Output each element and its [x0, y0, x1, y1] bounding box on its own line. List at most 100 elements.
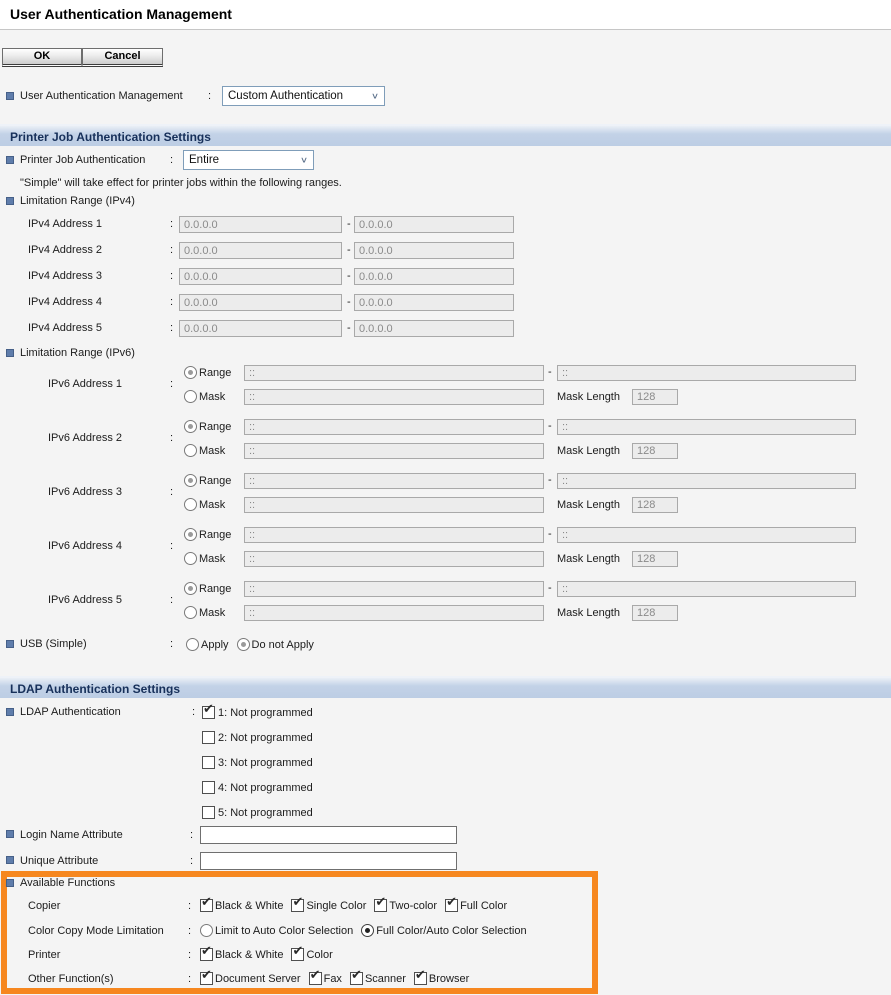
ipv6-range-to-input[interactable] — [557, 527, 856, 543]
ipv6-mask-input[interactable] — [244, 497, 544, 513]
ldap-server-checkbox[interactable] — [202, 756, 215, 769]
dash: - — [347, 270, 351, 282]
ipv6-mask-input[interactable] — [244, 389, 544, 405]
colon: : — [170, 322, 173, 334]
ipv6-range-from-input[interactable] — [244, 473, 544, 489]
range-radio[interactable] — [184, 582, 197, 595]
ok-button[interactable]: OK — [2, 48, 82, 67]
mask-radio[interactable] — [184, 498, 197, 511]
usb-simple-label: USB (Simple) — [20, 638, 87, 650]
ldap-section-title: LDAP Authentication Settings — [10, 682, 180, 696]
ipv4-to-input[interactable] — [354, 268, 514, 285]
ipv6-range-from-input[interactable] — [244, 419, 544, 435]
copier-full-color-checkbox[interactable]: ✔ — [445, 899, 458, 912]
printer-color-checkbox[interactable]: ✔ — [291, 948, 304, 961]
login-name-attribute-input[interactable] — [200, 826, 457, 844]
ipv4-from-input[interactable] — [179, 294, 342, 311]
colon: : — [170, 540, 173, 552]
ldap-server-checkbox[interactable] — [202, 731, 215, 744]
ipv4-to-input[interactable] — [354, 216, 514, 233]
user-auth-select[interactable]: Custom Authentication ∨ — [222, 86, 385, 106]
ldap-server-checkbox[interactable] — [202, 806, 215, 819]
cancel-button[interactable]: Cancel — [82, 48, 163, 67]
range-radio[interactable] — [184, 474, 197, 487]
ipv4-row-label: IPv4 Address 4 — [28, 296, 102, 308]
mask-length-input[interactable] — [632, 551, 678, 567]
ipv6-range-from-input[interactable] — [244, 581, 544, 597]
range-radio[interactable] — [184, 528, 197, 541]
ldap-server-checkbox[interactable]: ✔ — [202, 706, 215, 719]
bullet-icon — [6, 856, 14, 864]
printer-bw-checkbox[interactable]: ✔ — [200, 948, 213, 961]
usb-simple-row: USB (Simple) : Apply Do not Apply — [0, 636, 891, 653]
ipv6-range-from-input[interactable] — [244, 527, 544, 543]
copier-two-color-checkbox[interactable]: ✔ — [374, 899, 387, 912]
ipv4-row: IPv4 Address 4 : - — [0, 294, 891, 311]
mask-length-input[interactable] — [632, 605, 678, 621]
other-document-server-label: Document Server — [215, 973, 301, 985]
ipv4-from-input[interactable] — [179, 320, 342, 337]
login-name-attribute-label: Login Name Attribute — [20, 829, 123, 841]
copier-single-color-checkbox[interactable]: ✔ — [291, 899, 304, 912]
ipv4-to-input[interactable] — [354, 294, 514, 311]
ipv6-row: IPv6 Address 1 : Range - Mask Mask Lengt… — [0, 365, 891, 407]
bullet-icon — [6, 156, 14, 164]
available-functions-title: Available Functions — [20, 877, 115, 889]
ipv6-title: Limitation Range (IPv6) — [20, 347, 135, 359]
colon: : — [170, 218, 173, 230]
bullet-icon — [6, 197, 14, 205]
mask-radio[interactable] — [184, 390, 197, 403]
ipv6-row: IPv6 Address 4 : Range - Mask Mask Lengt… — [0, 527, 891, 569]
usb-apply-radio[interactable] — [186, 638, 199, 651]
ipv4-from-input[interactable] — [179, 242, 342, 259]
other-scanner-checkbox[interactable]: ✔ — [350, 972, 363, 985]
ipv6-range-to-input[interactable] — [557, 473, 856, 489]
other-browser-checkbox[interactable]: ✔ — [414, 972, 427, 985]
colon: : — [192, 706, 195, 718]
mask-radio[interactable] — [184, 552, 197, 565]
printer-job-section-title: Printer Job Authentication Settings — [10, 130, 211, 144]
unique-attribute-input[interactable] — [200, 852, 457, 870]
ipv6-row-label: IPv6 Address 2 — [48, 432, 122, 444]
printer-bw-label: Black & White — [215, 949, 283, 961]
ipv6-row: IPv6 Address 2 : Range - Mask Mask Lengt… — [0, 419, 891, 461]
mask-length-input[interactable] — [632, 443, 678, 459]
checkmark-icon: ✔ — [201, 895, 212, 908]
ipv6-mask-input[interactable] — [244, 551, 544, 567]
ldap-server-checkbox[interactable] — [202, 781, 215, 794]
mask-radio[interactable] — [184, 606, 197, 619]
ipv6-range-to-input[interactable] — [557, 365, 856, 381]
dash: - — [347, 322, 351, 334]
ipv4-from-input[interactable] — [179, 216, 342, 233]
colon: : — [208, 90, 211, 102]
mask-length-input[interactable] — [632, 497, 678, 513]
copier-bw-checkbox[interactable]: ✔ — [200, 899, 213, 912]
page-title: User Authentication Management — [10, 6, 232, 22]
ipv6-range-from-input[interactable] — [244, 365, 544, 381]
ipv4-row: IPv4 Address 1 : - — [0, 216, 891, 233]
ipv4-to-input[interactable] — [354, 320, 514, 337]
ipv6-mask-input[interactable] — [244, 443, 544, 459]
limit-auto-color-radio[interactable] — [200, 924, 213, 937]
full-color-auto-radio[interactable] — [361, 924, 374, 937]
ipv6-range-to-input[interactable] — [557, 419, 856, 435]
bullet-icon — [6, 349, 14, 357]
other-fax-checkbox[interactable]: ✔ — [309, 972, 322, 985]
range-radio[interactable] — [184, 420, 197, 433]
mask-radio-label: Mask — [199, 499, 225, 511]
usb-do-not-apply-radio[interactable] — [237, 638, 250, 651]
checkmark-icon: ✔ — [201, 968, 212, 981]
ipv4-from-input[interactable] — [179, 268, 342, 285]
ipv6-mask-input[interactable] — [244, 605, 544, 621]
other-document-server-checkbox[interactable]: ✔ — [200, 972, 213, 985]
dash: - — [347, 218, 351, 230]
mask-radio[interactable] — [184, 444, 197, 457]
printer-job-auth-select[interactable]: Entire ∨ — [183, 150, 314, 170]
ipv6-title-row: Limitation Range (IPv6) — [0, 345, 891, 362]
mask-length-input[interactable] — [632, 389, 678, 405]
ipv6-range-to-input[interactable] — [557, 581, 856, 597]
ipv4-row: IPv4 Address 2 : - — [0, 242, 891, 259]
ipv4-to-input[interactable] — [354, 242, 514, 259]
printer-row: Printer : ✔Black & White ✔Color — [0, 946, 891, 963]
range-radio[interactable] — [184, 366, 197, 379]
